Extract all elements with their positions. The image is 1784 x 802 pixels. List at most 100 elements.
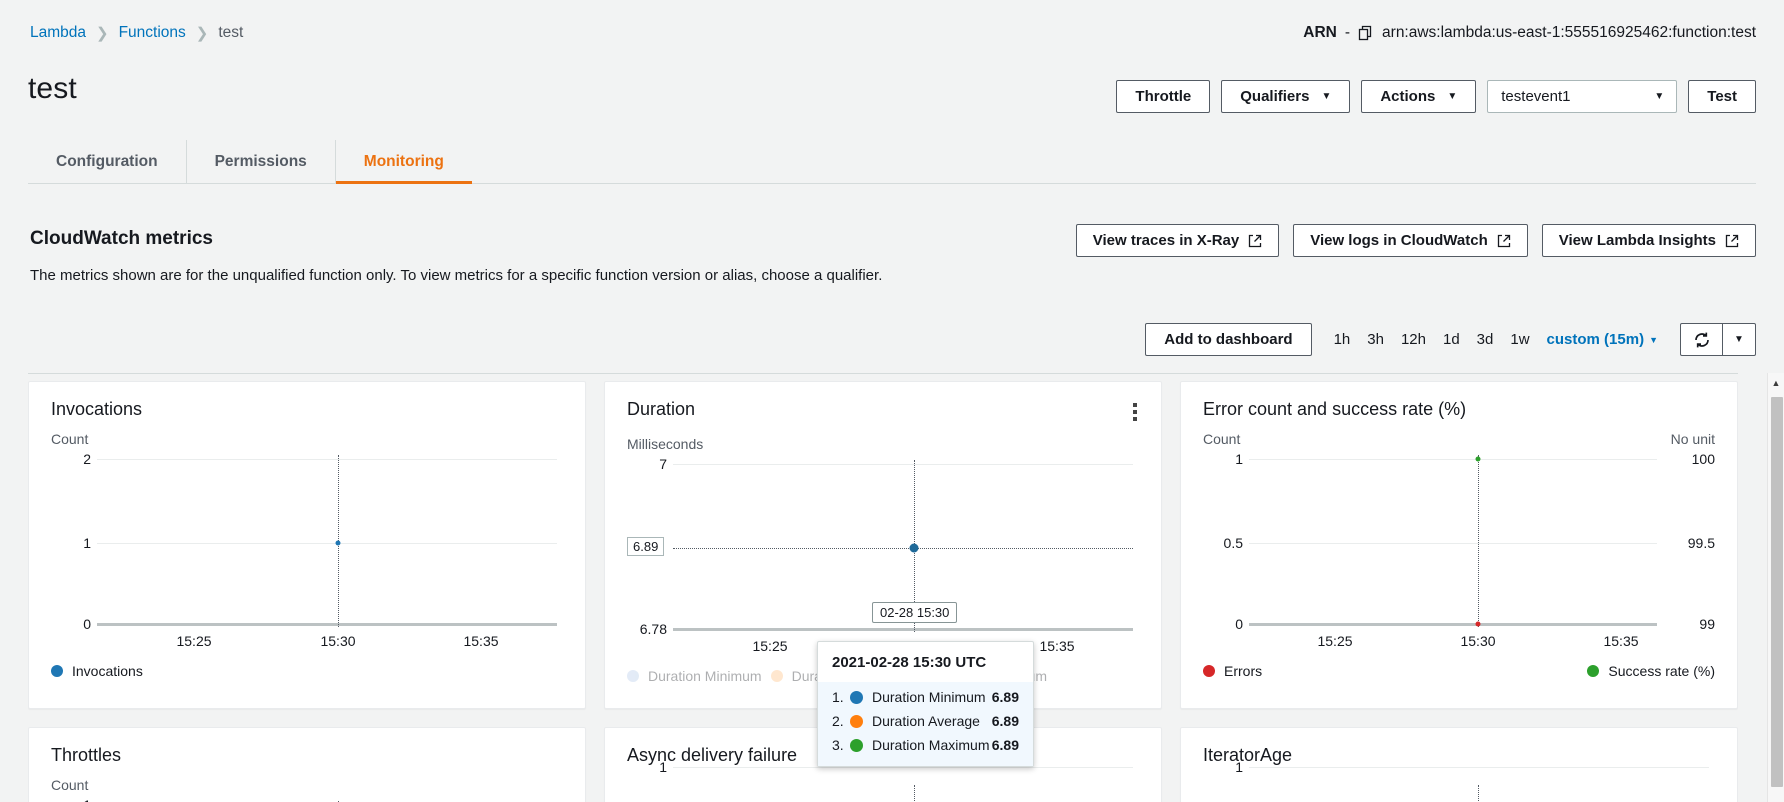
test-button-label: Test (1707, 88, 1737, 105)
throttles-y-axis-label: Count (51, 777, 89, 793)
legend-item-invocations[interactable]: Invocations (51, 663, 143, 679)
async-delivery-failure-plot: 1 (627, 759, 1139, 802)
refresh-options-button[interactable]: ▼ (1723, 324, 1755, 355)
legend-swatch-icon (770, 670, 783, 682)
errors-data-point (1475, 621, 1481, 627)
error-success-xtick-1: 15:30 (1460, 633, 1496, 649)
arn-display: ARN - arn:aws:lambda:us-east-1:555516925… (1303, 24, 1756, 42)
error-success-xtick-0: 15:25 (1317, 633, 1353, 649)
tooltip-series-value: 6.89 (991, 713, 1019, 729)
duration-card-menu-icon[interactable] (1127, 399, 1143, 425)
legend-item-success-rate[interactable]: Success rate (%) (1587, 663, 1715, 679)
tooltip-series-color-icon (850, 690, 863, 704)
scrollbar-thumb[interactable] (1771, 397, 1783, 787)
tooltip-row: 2. Duration Average 6.89 (818, 709, 1033, 733)
invocations-xtick-0: 15:25 (176, 633, 212, 649)
range-option-1w[interactable]: 1w (1510, 331, 1529, 348)
time-range-toolbar: Add to dashboard 1h 3h 12h 1d 3d 1w cust… (1145, 323, 1756, 356)
test-event-select[interactable]: testevent1 ▼ (1487, 80, 1678, 113)
arn-dash: - (1344, 24, 1351, 41)
tooltip-series-value: 6.89 (991, 737, 1019, 753)
tooltip-series-color-icon (850, 738, 863, 752)
copy-icon[interactable] (1358, 25, 1374, 41)
success-ytick-995: 99.5 (1687, 535, 1715, 551)
invocations-legend: Invocations (29, 653, 585, 679)
tooltip-series-color-icon (850, 714, 863, 728)
view-lambda-insights-button[interactable]: View Lambda Insights (1541, 224, 1756, 257)
success-ytick-99: 99 (1699, 616, 1715, 632)
refresh-control: ▼ (1680, 323, 1756, 356)
tooltip-series-name: Duration Maximum (872, 737, 990, 753)
iteratorage-ytick-1: 1 (1235, 759, 1243, 775)
tooltip-series-list: 1. Duration Minimum 6.89 2. Duration Ave… (818, 682, 1033, 766)
range-option-1h[interactable]: 1h (1334, 331, 1351, 348)
range-option-3h[interactable]: 3h (1367, 331, 1384, 348)
view-logs-cloudwatch-button[interactable]: View logs in CloudWatch (1293, 224, 1528, 257)
legend-label-success-rate: Success rate (%) (1608, 663, 1715, 679)
external-link-icon (1725, 234, 1739, 248)
tooltip-row: 1. Duration Minimum 6.89 (818, 685, 1033, 709)
error-success-x-axis: 15:25 15:30 15:35 (1203, 633, 1715, 653)
duration-xtick-0: 15:25 (752, 638, 788, 654)
breadcrumb-item-lambda[interactable]: Lambda (30, 24, 86, 42)
cloudwatch-metrics-description: The metrics shown are for the unqualifie… (30, 267, 883, 284)
legend-label-errors: Errors (1224, 663, 1263, 679)
throttle-button[interactable]: Throttle (1116, 80, 1211, 113)
crosshair-time-label: 02-28 15:30 (872, 602, 958, 623)
chevron-down-icon: ▼ (1649, 334, 1658, 345)
test-button[interactable]: Test (1688, 80, 1756, 113)
page-title: test (28, 72, 77, 105)
error-ytick-05: 0.5 (1223, 535, 1243, 551)
tab-monitoring[interactable]: Monitoring (335, 140, 472, 184)
duration-chart-title: Duration (627, 399, 696, 419)
qualifiers-button[interactable]: Qualifiers ▼ (1221, 80, 1351, 113)
error-success-xtick-2: 15:35 (1603, 633, 1639, 649)
duration-xtick-2: 15:35 (1039, 638, 1075, 654)
invocations-ytick-2: 2 (83, 451, 91, 467)
legend-item-duration-minimum[interactable]: Duration Minimum (627, 668, 762, 684)
tab-monitoring-label: Monitoring (363, 152, 444, 170)
legend-swatch-icon (1203, 665, 1215, 677)
chevron-down-icon: ▼ (1447, 91, 1458, 102)
invocations-xtick-1: 15:30 (320, 633, 356, 649)
breadcrumb: Lambda ❯ Functions ❯ test (30, 24, 243, 42)
view-lambda-insights-label: View Lambda Insights (1558, 232, 1716, 249)
range-option-12h[interactable]: 12h (1401, 331, 1426, 348)
tooltip-series-name: Duration Minimum (872, 689, 986, 705)
success-ytick-100: 100 (1691, 451, 1715, 467)
invocations-ytick-0: 0 (83, 616, 91, 632)
header-actions: Throttle Qualifiers ▼ Actions ▼ testeven… (1116, 80, 1756, 113)
invocations-xtick-2: 15:35 (463, 633, 499, 649)
metric-card-throttles: Throttles Count 1 (28, 727, 586, 802)
tooltip-timestamp: 2021-02-28 15:30 UTC (832, 654, 987, 671)
breadcrumb-item-test: test (218, 24, 244, 41)
success-rate-data-point (1475, 456, 1481, 462)
external-link-icon (1248, 234, 1262, 248)
actions-button[interactable]: Actions ▼ (1361, 80, 1477, 113)
chevron-down-icon: ▼ (1321, 91, 1332, 102)
add-to-dashboard-label: Add to dashboard (1164, 331, 1293, 348)
metrics-scrollbar[interactable]: ▲ (1767, 373, 1784, 802)
breadcrumb-item-functions[interactable]: Functions (119, 24, 186, 42)
chevron-right-icon: ❯ (195, 25, 209, 42)
refresh-button[interactable] (1681, 324, 1723, 355)
scrollbar-up-arrow-icon[interactable]: ▲ (1768, 373, 1784, 392)
tooltip-series-value: 6.89 (991, 689, 1019, 705)
tab-configuration[interactable]: Configuration (28, 140, 187, 183)
add-to-dashboard-button[interactable]: Add to dashboard (1145, 323, 1312, 356)
metric-card-iteratorage: IteratorAge 1 (1180, 727, 1738, 802)
legend-label-duration-minimum: Duration Minimum (648, 668, 762, 684)
tab-bar: Configuration Permissions Monitoring (28, 140, 1756, 184)
range-option-1d[interactable]: 1d (1443, 331, 1460, 348)
range-option-custom[interactable]: custom (15m) ▼ (1547, 331, 1658, 348)
duration-ytick-7: 7 (659, 456, 667, 472)
chevron-right-icon: ❯ (96, 25, 109, 42)
view-traces-xray-button[interactable]: View traces in X-Ray (1075, 224, 1280, 257)
invocations-plot: 2 1 0 (51, 451, 563, 632)
legend-swatch-icon (1587, 665, 1600, 677)
tab-permissions-label: Permissions (214, 152, 307, 170)
legend-item-errors[interactable]: Errors (1203, 663, 1262, 679)
refresh-icon (1694, 332, 1709, 347)
range-option-3d[interactable]: 3d (1477, 331, 1494, 348)
tab-permissions[interactable]: Permissions (187, 140, 336, 183)
